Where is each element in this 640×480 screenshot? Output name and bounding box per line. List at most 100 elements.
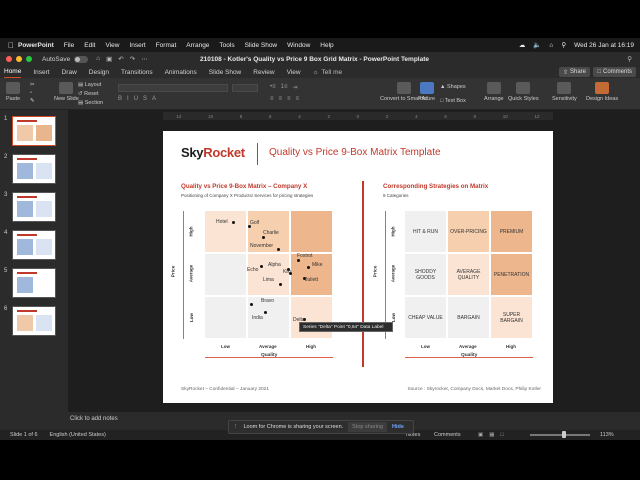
menu-edit[interactable]: Edit [84, 42, 95, 49]
autosave[interactable]: AutoSave [42, 55, 89, 63]
align-center-icon[interactable]: ≡ [279, 96, 283, 102]
tab-draw[interactable]: Draw [62, 67, 77, 78]
align-right-icon[interactable]: ≡ [287, 96, 291, 102]
right-section-subtitle[interactable]: 9 Categories [383, 193, 409, 198]
menu-format[interactable]: Format [156, 42, 177, 49]
close-window-button[interactable] [6, 56, 12, 62]
format-painter-icon[interactable]: ✎ [30, 98, 35, 104]
strategy-cell-premium[interactable]: PREMIUM [491, 211, 532, 252]
point-label-lima[interactable]: Lima [263, 277, 274, 283]
language-indicator[interactable]: English (United States) [50, 432, 106, 438]
justify-icon[interactable]: ≡ [296, 96, 300, 102]
reading-view-icon[interactable]: □ [500, 432, 503, 438]
data-point-marker[interactable] [307, 266, 310, 269]
strike-button[interactable]: S [143, 96, 147, 102]
point-label-hotel[interactable]: Hotel [216, 219, 228, 225]
slide-thumbnail[interactable] [12, 230, 56, 260]
menu-view[interactable]: View [105, 42, 119, 49]
comments-toggle[interactable]: Comments [434, 432, 461, 438]
menu-tools[interactable]: Tools [219, 42, 234, 49]
picture-button[interactable]: Picture [418, 82, 435, 102]
autosave-toggle[interactable] [74, 55, 89, 63]
arrange-button[interactable]: Arrange [484, 82, 504, 102]
footer-right[interactable]: Source : Skyrocket, Company Docs, Market… [407, 387, 541, 392]
comments-button[interactable]: □ Comments [593, 67, 636, 77]
more-icon[interactable]: ⋯ [141, 55, 148, 63]
menu-help[interactable]: Help [320, 42, 333, 49]
point-label-kilo[interactable]: Kilo [283, 269, 291, 275]
text-box-button[interactable]: □ Text Box [440, 98, 466, 104]
reset-button[interactable]: ↺ Reset [78, 91, 99, 97]
tab-design[interactable]: Design [89, 67, 109, 78]
cloud-icon[interactable]: ☁ [519, 41, 526, 49]
slide-thumbnail[interactable] [12, 116, 56, 146]
zoom-slider[interactable] [530, 434, 590, 436]
strategy-cell-hit-and-run[interactable]: HIT & RUN [405, 211, 446, 252]
strategy-cell-average-quality[interactable]: AVERAGE QUALITY [448, 254, 489, 295]
clock[interactable]: Wed 26 Jan at 16:19 [574, 42, 634, 49]
left-section-subtitle[interactable]: Positioning of Company X Products/ Servi… [181, 193, 313, 198]
strategy-cell-super-bargain[interactable]: SUPER BARGAIN [491, 297, 532, 338]
italic-button[interactable]: I [127, 96, 129, 102]
point-label-mike[interactable]: Mike [312, 262, 323, 268]
home-icon[interactable]: ⌂ [96, 55, 100, 63]
sorter-view-icon[interactable]: ▦ [489, 432, 494, 438]
data-point-marker[interactable] [297, 259, 300, 262]
section-button[interactable]: ▤ Section [78, 100, 103, 106]
data-point-marker[interactable] [232, 221, 235, 224]
font-size-field[interactable] [232, 84, 258, 92]
font-name-field[interactable] [118, 84, 228, 92]
normal-view-icon[interactable]: ▣ [478, 432, 483, 438]
point-label-charlie[interactable]: Charlie [263, 230, 279, 236]
design-ideas-button[interactable]: Design Ideas [586, 82, 618, 102]
underline-button[interactable]: U [134, 96, 138, 102]
wifi-icon[interactable]: ⌂ [549, 42, 553, 49]
menu-insert[interactable]: Insert [129, 42, 145, 49]
apple-icon[interactable]:  [8, 41, 18, 50]
tab-animations[interactable]: Animations [165, 67, 197, 78]
redo-icon[interactable]: ↷ [130, 55, 135, 63]
numbering-icon[interactable]: 1≡ [281, 84, 288, 91]
point-label-india[interactable]: India [252, 315, 263, 321]
minimize-window-button[interactable] [16, 56, 22, 62]
search-icon[interactable]: ⚲ [561, 41, 566, 49]
tab-review[interactable]: Review [253, 67, 274, 78]
tab-home[interactable]: Home [4, 66, 22, 78]
tab-insert[interactable]: Insert [33, 67, 49, 78]
strategy-cell-over-pricing[interactable]: OVER-PRICING [448, 211, 489, 252]
bullets-icon[interactable]: •≡ [270, 84, 276, 91]
search-icon-title[interactable]: ⚲ [627, 55, 632, 63]
point-label-foxtrot[interactable]: Foxtrot [297, 253, 313, 259]
copy-icon[interactable]: ▫ [30, 90, 32, 96]
strategy-cell-cheap-value[interactable]: CHEAP VALUE [405, 297, 446, 338]
point-label-bravo[interactable]: Bravo [261, 298, 274, 304]
menu-window[interactable]: Window [287, 42, 310, 49]
footer-left[interactable]: SkyRocket – Confidential – January 2021 [181, 387, 269, 392]
point-label-november[interactable]: November [250, 243, 273, 249]
tab-view[interactable]: View [287, 67, 301, 78]
data-point-marker[interactable] [250, 303, 253, 306]
slide-title[interactable]: Quality vs Price 9-Box Matrix Template [269, 147, 441, 158]
sensitivity-button[interactable]: Sensitivity [552, 82, 577, 102]
slide-thumbnail[interactable] [12, 268, 56, 298]
new-slide-button[interactable]: New Slide [54, 82, 79, 102]
data-point-marker[interactable] [260, 265, 263, 268]
slide-thumbnail[interactable] [12, 306, 56, 336]
data-point-marker[interactable] [262, 236, 265, 239]
font-color-icon[interactable]: A [152, 96, 156, 102]
data-point-marker[interactable] [277, 248, 280, 251]
tell-me[interactable]: ☼ Tell me [313, 69, 343, 76]
share-button[interactable]: ⇧ Share [558, 67, 590, 77]
point-label-alpha[interactable]: Alpha [268, 262, 281, 268]
strategy-cell-penetration[interactable]: PENETRATION [491, 254, 532, 295]
point-label-golf[interactable]: Golf [250, 220, 259, 226]
notes-placeholder[interactable]: Click to add notes [70, 416, 118, 422]
data-point-marker[interactable] [264, 311, 267, 314]
left-section-title[interactable]: Quality vs Price 9-Box Matrix – Company … [181, 183, 307, 190]
right-section-title[interactable]: Corresponding Strategies on Matrix [383, 183, 488, 190]
drag-handle-icon[interactable]: ⋮ [233, 424, 239, 430]
menu-arrange[interactable]: Arrange [186, 42, 209, 49]
cut-icon[interactable]: ✂ [30, 82, 35, 88]
data-point-marker[interactable] [279, 283, 282, 286]
align-left-icon[interactable]: ≡ [270, 96, 274, 102]
